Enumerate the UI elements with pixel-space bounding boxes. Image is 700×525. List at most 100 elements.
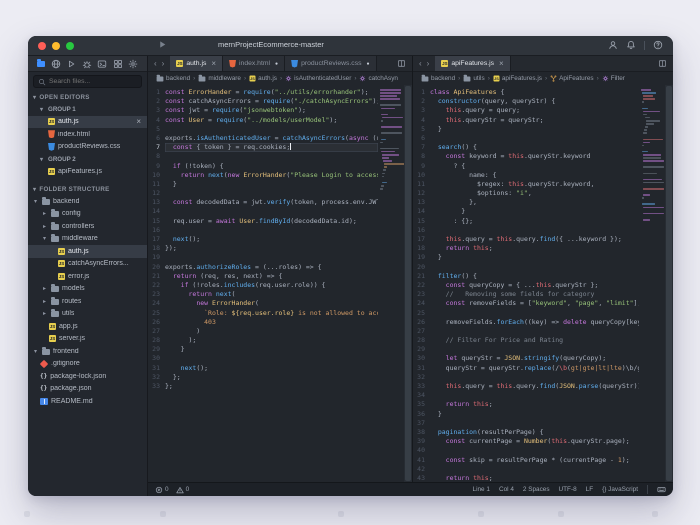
tab-apifeatures-js[interactable]: JSapiFeatures.js × — [435, 56, 510, 71]
line-number: 16 — [413, 226, 430, 235]
search-input[interactable] — [49, 78, 137, 85]
code-line: 22 const queryCopy = { ...this.queryStr … — [413, 281, 639, 290]
tabs: JSapiFeatures.js × — [435, 56, 510, 71]
section-folder-structure[interactable]: ▾ FOLDER STRUCTURE — [28, 182, 147, 195]
run-icon[interactable] — [66, 59, 76, 69]
breadcrumb-item-apifeatures[interactable]: ApiFeatures — [550, 75, 593, 82]
breadcrumb-item-auth-js[interactable]: JSauth.js — [249, 75, 277, 82]
tree-item-controllers[interactable]: ▸controllers — [28, 220, 147, 233]
status-item-2-spaces[interactable]: 2 Spaces — [523, 486, 550, 493]
navigate-back-icon[interactable]: ‹ — [419, 59, 422, 68]
close-icon[interactable]: × — [211, 59, 216, 68]
tree-item-config[interactable]: ▸config — [28, 208, 147, 221]
open-editor-item-auth-js[interactable]: JSauth.js × — [28, 116, 147, 129]
debug-icon[interactable] — [82, 59, 92, 69]
tree-item-catchasyncerrors[interactable]: JScatchAsyncErrors... — [28, 258, 147, 271]
globe-icon[interactable] — [51, 59, 61, 69]
titlebar: mernProjectEcommerce-master — [28, 36, 673, 56]
scrollbar[interactable] — [665, 85, 673, 482]
console-icon[interactable] — [97, 59, 107, 69]
problems-indicator[interactable]: 0 0 — [155, 486, 189, 494]
tree-item-models[interactable]: ▸models — [28, 283, 147, 296]
account-icon[interactable] — [608, 40, 618, 50]
tree-item-utils[interactable]: ▸utils — [28, 308, 147, 321]
breadcrumb-item-catchasyn[interactable]: catchAsyn — [359, 75, 397, 82]
line-number: 5 — [413, 125, 430, 134]
tree-item-server-js[interactable]: JSserver.js — [28, 333, 147, 346]
split-editor-icon[interactable] — [391, 56, 412, 71]
tab-index-html[interactable]: index.html ● — [223, 56, 285, 71]
tree-item-frontend[interactable]: ▾frontend — [28, 345, 147, 358]
code-line: 35 return this; — [413, 400, 639, 409]
breadcrumb-item-utils[interactable]: utils — [463, 75, 484, 82]
breadcrumb-item-filter[interactable]: Filter — [602, 75, 625, 82]
notifications-icon[interactable] — [626, 40, 636, 50]
code-line: 33 }; — [148, 382, 378, 391]
status-item-utf-8[interactable]: UTF-8 — [559, 486, 577, 493]
line-number: 24 — [413, 299, 430, 308]
chevron-right-icon: ▸ — [41, 210, 48, 217]
zoom-window-button[interactable] — [66, 42, 74, 50]
tree-item-routes[interactable]: ▸routes — [28, 295, 147, 308]
code-editor[interactable]: 1 const ErrorHander = require("../utils/… — [148, 85, 412, 482]
navigate-back-icon[interactable]: ‹ — [154, 59, 157, 68]
status-item-col-4[interactable]: Col 4 — [499, 486, 514, 493]
minimap[interactable] — [378, 85, 404, 482]
folder-icon — [156, 75, 164, 82]
tab-productreviews-css[interactable]: productReviews.css ● — [285, 56, 376, 71]
scrollbar-thumb[interactable] — [666, 86, 672, 481]
tree-item-error-js[interactable]: JSerror.js — [28, 270, 147, 283]
breadcrumb-item-apifeatures-js[interactable]: JSapiFeatures.js — [493, 75, 542, 82]
breadcrumb-separator: › — [488, 75, 490, 82]
breadcrumb-item-isauthenticateduser[interactable]: isAuthenticatedUser — [285, 75, 351, 82]
close-icon[interactable]: × — [499, 59, 504, 68]
split-editor-icon[interactable] — [652, 56, 673, 71]
minimap[interactable] — [639, 85, 665, 482]
open-editors-group-group-2[interactable]: ▾ GROUP 2 — [28, 153, 147, 166]
open-editor-item-productreviews-css[interactable]: productReviews.css — [28, 141, 147, 154]
line-number: 29 — [148, 345, 165, 354]
help-icon[interactable] — [653, 40, 663, 50]
tree-item-backend[interactable]: ▾backend — [28, 195, 147, 208]
tree-item-gitignore[interactable]: .gitignore — [28, 358, 147, 371]
code-line: 43 return this; — [413, 474, 639, 482]
breadcrumb-item-backend[interactable]: backend — [156, 75, 190, 82]
code-line: 17 next(); — [148, 235, 378, 244]
code-line: 38 pagination(resultPerPage) { — [413, 428, 639, 437]
background-mark — [24, 511, 30, 517]
breadcrumb-item-backend[interactable]: backend — [421, 75, 455, 82]
navigate-forward-icon[interactable]: › — [427, 59, 430, 68]
tree-item-auth-js[interactable]: JSauth.js — [28, 245, 147, 258]
close-window-button[interactable] — [38, 42, 46, 50]
run-icon[interactable] — [158, 40, 167, 49]
keyboard-icon[interactable] — [657, 485, 666, 494]
status-item-lf[interactable]: LF — [586, 486, 593, 493]
status-item-line-1[interactable]: Line 1 — [473, 486, 490, 493]
tree-item-package-lock-json[interactable]: {}package-lock.json — [28, 370, 147, 383]
scrollbar-thumb[interactable] — [405, 86, 411, 481]
tree-item-package-json[interactable]: {}package.json — [28, 383, 147, 396]
extensions-icon[interactable] — [113, 59, 123, 69]
files-icon[interactable] — [37, 60, 45, 67]
code-editor[interactable]: 1 class ApiFeatures { 2 constructor(quer… — [413, 85, 673, 482]
tree-item-readme-md[interactable]: README.md — [28, 395, 147, 408]
status-item-javascript[interactable]: {} JavaScript — [602, 486, 638, 493]
navigate-forward-icon[interactable]: › — [162, 59, 165, 68]
open-editors-group-group-1[interactable]: ▾ GROUP 1 — [28, 103, 147, 116]
open-editor-item-index-html[interactable]: index.html — [28, 128, 147, 141]
tree-item-app-js[interactable]: JSapp.js — [28, 320, 147, 333]
code-line: 13 const decodedData = jwt.verify(token,… — [148, 198, 378, 207]
code-line: 15 : {}; — [413, 217, 639, 226]
breadcrumb-item-middleware[interactable]: middleware — [198, 75, 241, 82]
close-icon[interactable]: × — [136, 117, 143, 126]
open-editor-item-apifeatures-js[interactable]: JSapiFeatures.js — [28, 166, 147, 179]
section-open-editors[interactable]: ▾ OPEN EDITORS — [28, 90, 147, 103]
file-search-box[interactable] — [33, 75, 142, 88]
minimize-window-button[interactable] — [52, 42, 60, 50]
js-file-icon: JS — [49, 323, 56, 330]
tab-auth-js[interactable]: JSauth.js × — [170, 56, 223, 71]
scrollbar[interactable] — [404, 85, 412, 482]
tree-item-middleware[interactable]: ▾middleware — [28, 233, 147, 246]
method-symbol-icon — [285, 75, 292, 82]
settings-icon[interactable] — [128, 59, 138, 69]
